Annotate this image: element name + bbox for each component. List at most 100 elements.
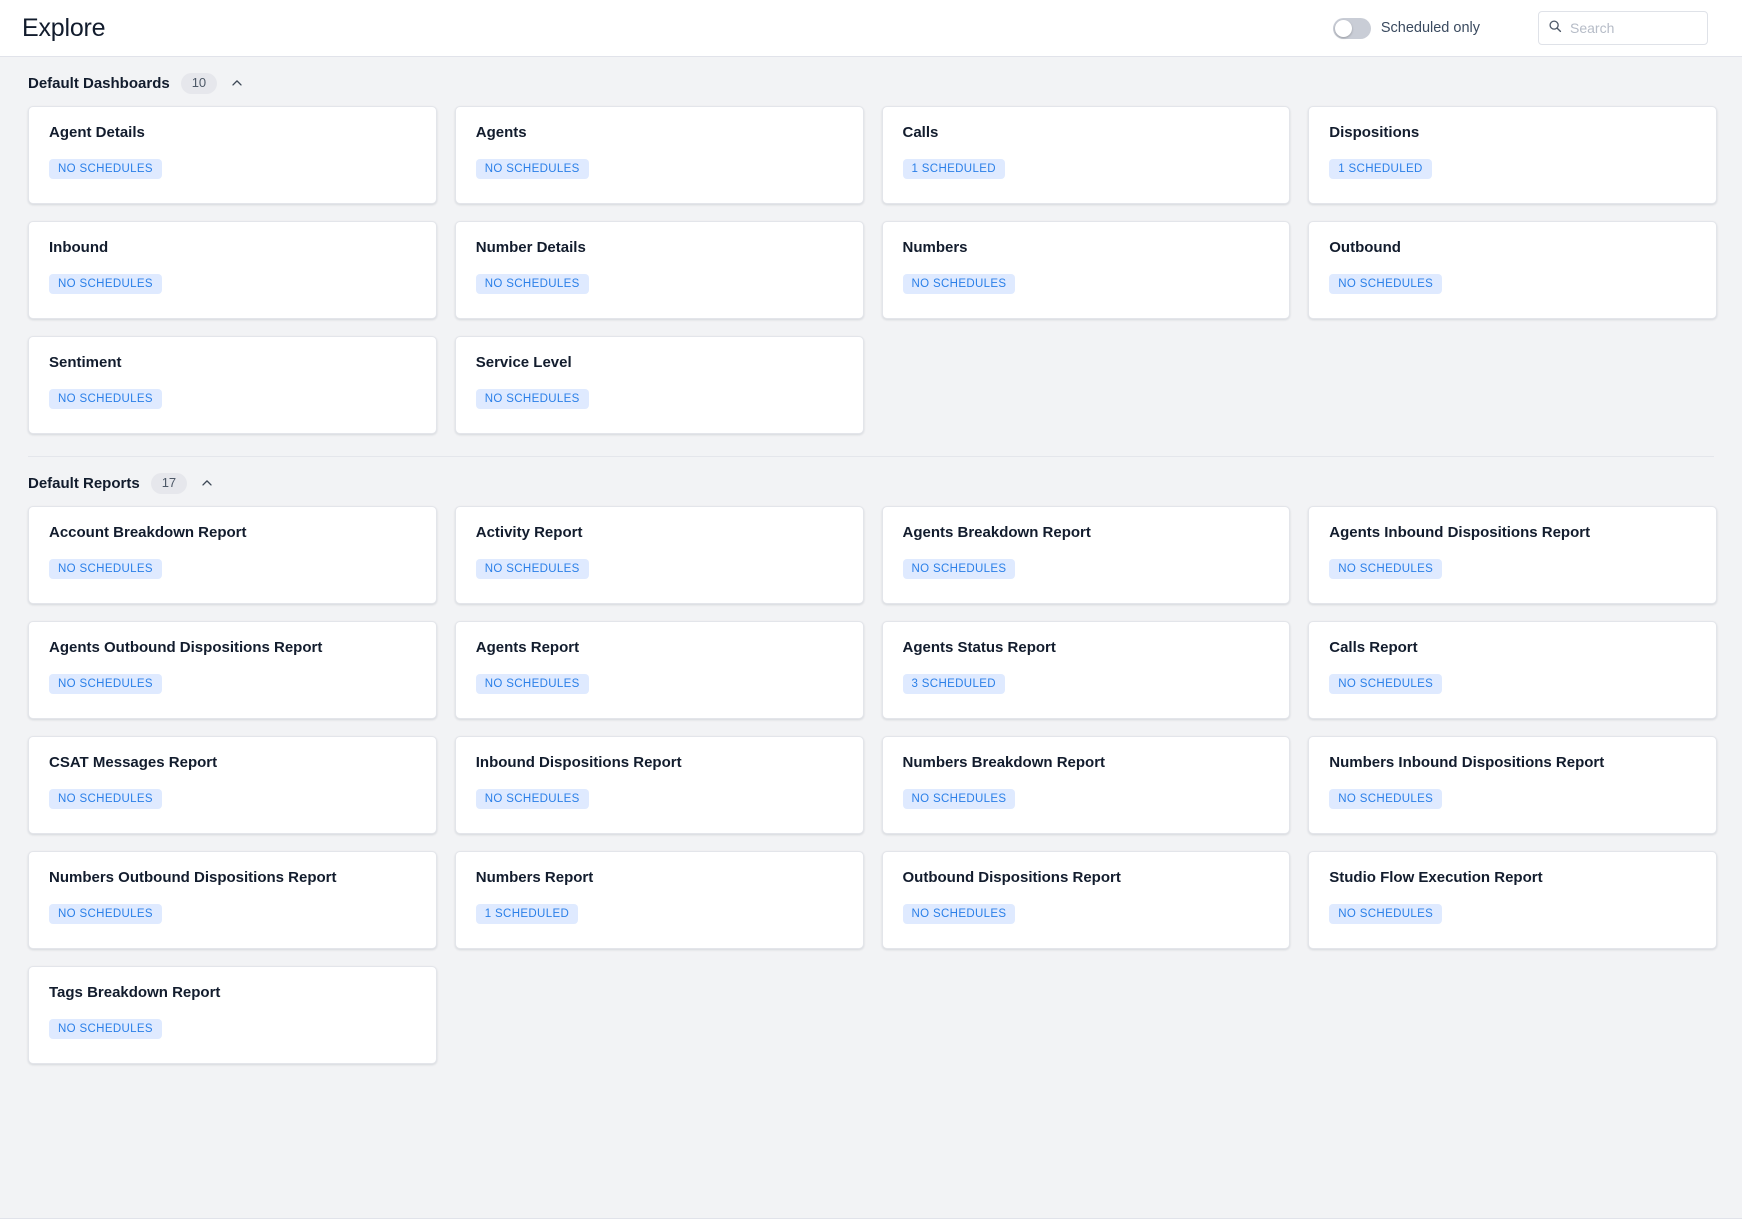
status-badge[interactable]: NO SCHEDULES [475, 673, 589, 695]
report-card[interactable]: CSAT Messages Report NO SCHEDULES [28, 735, 437, 834]
card-title: Inbound Dispositions Report [475, 753, 682, 771]
report-card[interactable]: Agents Breakdown Report NO SCHEDULES [881, 505, 1291, 604]
status-badge[interactable]: NO SCHEDULES [49, 388, 162, 410]
status-badge[interactable]: NO SCHEDULES [902, 273, 1016, 295]
status-badge[interactable]: NO SCHEDULES [1329, 558, 1443, 580]
scheduled-only-toggle[interactable] [1332, 17, 1371, 39]
search-icon [1548, 19, 1562, 38]
status-badge[interactable]: NO SCHEDULES [475, 388, 589, 410]
section-header-default-reports[interactable]: Default Reports 17 [0, 457, 1742, 506]
dashboard-card[interactable]: Calls 1 SCHEDULED [881, 105, 1291, 204]
status-badge[interactable]: NO SCHEDULES [49, 158, 162, 180]
chevron-up-icon[interactable] [198, 474, 216, 492]
report-card[interactable]: Numbers Breakdown Report NO SCHEDULES [881, 735, 1291, 834]
explore-content: Default Dashboards 10 Agent Details NO S… [0, 57, 1742, 1219]
section-header-default-dashboards[interactable]: Default Dashboards 10 [0, 57, 1742, 106]
card-title: Numbers [902, 238, 968, 256]
card-title: Number Details [475, 238, 586, 256]
status-badge[interactable]: NO SCHEDULES [49, 673, 162, 695]
status-badge[interactable]: NO SCHEDULES [49, 788, 162, 810]
section-title: Default Reports [28, 474, 140, 492]
dashboard-card[interactable]: Dispositions 1 SCHEDULED [1308, 105, 1717, 204]
status-badge[interactable]: NO SCHEDULES [902, 903, 1016, 925]
report-card[interactable]: Agents Report NO SCHEDULES [454, 620, 864, 719]
card-title: Agents [475, 123, 527, 141]
status-badge[interactable]: 1 SCHEDULED [1329, 158, 1432, 180]
chevron-up-icon[interactable] [228, 74, 246, 92]
section-default-reports: Default Reports 17 Account Breakdown Rep… [0, 457, 1742, 1086]
header-controls: Scheduled only [1332, 11, 1708, 45]
status-badge[interactable]: NO SCHEDULES [902, 558, 1016, 580]
card-title: Activity Report [475, 523, 583, 541]
report-card[interactable]: Numbers Inbound Dispositions Report NO S… [1308, 735, 1717, 834]
report-card[interactable]: Tags Breakdown Report NO SCHEDULES [28, 965, 437, 1064]
report-card[interactable]: Agents Outbound Dispositions Report NO S… [28, 620, 437, 719]
status-badge[interactable]: NO SCHEDULES [49, 1018, 162, 1040]
card-title: Calls [902, 123, 939, 141]
report-card[interactable]: Calls Report NO SCHEDULES [1308, 620, 1717, 719]
status-badge[interactable]: NO SCHEDULES [475, 158, 589, 180]
card-title: Account Breakdown Report [49, 523, 247, 541]
status-badge[interactable]: NO SCHEDULES [475, 788, 589, 810]
card-title: Agents Report [475, 638, 580, 656]
report-card[interactable]: Outbound Dispositions Report NO SCHEDULE… [881, 850, 1291, 949]
card-title: Numbers Breakdown Report [902, 753, 1106, 771]
status-badge[interactable]: NO SCHEDULES [1329, 788, 1443, 810]
scheduled-only-label: Scheduled only [1380, 20, 1480, 36]
status-badge[interactable]: 3 SCHEDULED [902, 673, 1005, 695]
report-card[interactable]: Agents Inbound Dispositions Report NO SC… [1308, 505, 1717, 604]
report-card[interactable]: Numbers Report 1 SCHEDULED [454, 850, 864, 949]
toggle-knob [1334, 19, 1352, 37]
section-count-badge: 10 [180, 73, 218, 94]
card-title: Sentiment [49, 353, 122, 371]
dashboards-card-grid: Agent Details NO SCHEDULES Agents NO SCH… [0, 105, 1742, 434]
dashboard-card[interactable]: Numbers NO SCHEDULES [881, 220, 1291, 319]
report-card[interactable]: Account Breakdown Report NO SCHEDULES [28, 505, 437, 604]
report-card[interactable]: Agents Status Report 3 SCHEDULED [881, 620, 1291, 719]
status-badge[interactable]: NO SCHEDULES [49, 903, 162, 925]
card-title: Agents Breakdown Report [902, 523, 1091, 541]
dashboard-card[interactable]: Sentiment NO SCHEDULES [28, 335, 437, 434]
card-title: Numbers Report [475, 868, 594, 886]
report-card[interactable]: Studio Flow Execution Report NO SCHEDULE… [1308, 850, 1717, 949]
top-header-bar: Explore Scheduled only [0, 0, 1742, 57]
status-badge[interactable]: 1 SCHEDULED [902, 158, 1005, 180]
status-badge[interactable]: NO SCHEDULES [475, 558, 589, 580]
status-badge[interactable]: NO SCHEDULES [1329, 273, 1443, 295]
section-count-badge: 17 [150, 472, 188, 494]
dashboard-card[interactable]: Number Details NO SCHEDULES [454, 220, 864, 319]
status-badge[interactable]: NO SCHEDULES [475, 273, 589, 295]
dashboard-card[interactable]: Agents NO SCHEDULES [454, 105, 864, 204]
search-input[interactable] [1570, 20, 1698, 36]
card-title: Agent Details [49, 123, 145, 141]
card-title: Outbound Dispositions Report [902, 868, 1121, 886]
report-card[interactable]: Activity Report NO SCHEDULES [454, 505, 864, 604]
card-title: Inbound [49, 238, 109, 256]
scheduled-only-control[interactable]: Scheduled only [1332, 17, 1480, 39]
card-title: Agents Outbound Dispositions Report [49, 638, 323, 656]
card-title: Service Level [475, 353, 572, 371]
status-badge[interactable]: NO SCHEDULES [1329, 903, 1443, 925]
dashboard-card[interactable]: Outbound NO SCHEDULES [1308, 220, 1717, 319]
status-badge[interactable]: NO SCHEDULES [1329, 673, 1443, 695]
section-title: Default Dashboards [28, 74, 170, 92]
card-title: Agents Inbound Dispositions Report [1329, 523, 1591, 541]
status-badge[interactable]: NO SCHEDULES [902, 788, 1016, 810]
status-badge[interactable]: 1 SCHEDULED [475, 903, 579, 925]
card-title: Calls Report [1329, 638, 1418, 656]
report-card[interactable]: Numbers Outbound Dispositions Report NO … [28, 850, 437, 949]
status-badge[interactable]: NO SCHEDULES [49, 273, 162, 295]
card-title: Studio Flow Execution Report [1329, 868, 1543, 886]
report-card[interactable]: Inbound Dispositions Report NO SCHEDULES [454, 735, 864, 834]
card-title: Agents Status Report [902, 638, 1056, 656]
footer-bar [0, 1218, 1742, 1222]
card-title: Outbound [1329, 238, 1401, 256]
card-title: Numbers Inbound Dispositions Report [1329, 753, 1605, 771]
search-box[interactable] [1538, 11, 1708, 45]
dashboard-card[interactable]: Agent Details NO SCHEDULES [28, 105, 437, 204]
card-title: Dispositions [1329, 123, 1420, 141]
section-default-dashboards: Default Dashboards 10 Agent Details NO S… [0, 57, 1742, 434]
dashboard-card[interactable]: Service Level NO SCHEDULES [454, 335, 864, 434]
status-badge[interactable]: NO SCHEDULES [49, 558, 162, 580]
dashboard-card[interactable]: Inbound NO SCHEDULES [28, 220, 437, 319]
